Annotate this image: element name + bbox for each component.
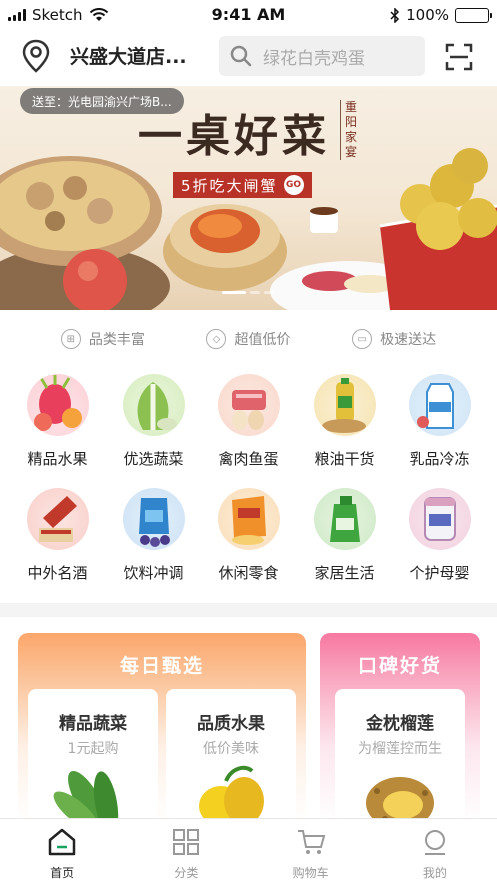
category-dairy[interactable]: 乳品冷冻 <box>392 370 487 482</box>
daily-item-fruits[interactable]: 品质水果 低价美味 <box>166 689 296 823</box>
category-label: 优选蔬菜 <box>123 450 184 468</box>
daily-item-desc: 1元起购 <box>67 741 119 757</box>
category-label: 休闲零食 <box>218 564 279 582</box>
home-living-icon <box>313 488 376 550</box>
tab-label: 我的 <box>422 866 447 880</box>
category-label: 粮油干货 <box>314 450 375 468</box>
daily-item-name: 品质水果 <box>197 714 265 734</box>
category-meat-egg[interactable]: 禽肉鱼蛋 <box>201 370 296 482</box>
category-grain-oil[interactable]: 粮油干货 <box>297 370 392 482</box>
store-selector[interactable]: 兴盛大道店... <box>70 42 210 69</box>
grid-circle-icon: ⊞ <box>60 329 81 349</box>
grain-oil-icon <box>313 374 376 436</box>
category-wine[interactable]: 中外名酒 <box>10 484 105 596</box>
price-tag-icon: ◇ <box>206 329 227 349</box>
tab-profile[interactable]: 我的 <box>373 819 497 883</box>
reputation-item-desc: 为榴莲控而生 <box>358 741 442 757</box>
daily-item-name: 精品蔬菜 <box>59 714 127 734</box>
promo-banner[interactable]: 送至：光电园渝兴广场B... 一桌好菜 重阳家宴 5折吃大闸蟹 GO <box>0 86 497 310</box>
scan-icon[interactable] <box>444 42 474 72</box>
tab-home[interactable]: 首页 <box>0 819 124 883</box>
search-icon <box>230 45 252 67</box>
reputation-goods-card[interactable]: 口碑好货 金枕榴莲 为榴莲控而生 <box>320 633 480 823</box>
category-label: 乳品冷冻 <box>409 450 470 468</box>
meat-egg-icon <box>217 374 280 436</box>
category-label: 禽肉鱼蛋 <box>218 450 279 468</box>
tab-label: 购物车 <box>292 866 329 880</box>
bluetooth-icon <box>390 7 400 23</box>
daily-item-vegetables[interactable]: 精品蔬菜 1元起购 <box>28 689 158 823</box>
durian-icon <box>366 777 434 823</box>
snack-icon <box>217 488 280 550</box>
tab-label: 分类 <box>174 866 199 880</box>
daily-selection-card[interactable]: 每日甄选 精品蔬菜 1元起购 品质水果 低价美味 <box>18 633 306 823</box>
search-bar[interactable]: 绿花白壳鸡蛋 <box>219 36 425 76</box>
category-fruit[interactable]: 精品水果 <box>10 370 105 482</box>
profile-icon <box>424 830 445 855</box>
search-placeholder: 绿花白壳鸡蛋 <box>263 48 365 69</box>
status-right: 100% <box>390 6 492 24</box>
banner-side-text: 重阳家宴 <box>340 100 366 160</box>
category-label: 中外名酒 <box>27 564 88 582</box>
banner-promo-tag[interactable]: 5折吃大闸蟹 GO <box>173 172 312 198</box>
daily-selection-title: 每日甄选 <box>119 655 204 677</box>
feature-label: 品类丰富 <box>88 332 145 348</box>
wine-icon <box>26 488 89 550</box>
tab-cart[interactable]: 购物车 <box>249 819 373 883</box>
category-baby-care[interactable]: 个护母婴 <box>392 484 487 596</box>
carousel-indicator <box>222 291 274 294</box>
cart-icon <box>297 830 325 854</box>
category-vegetable[interactable]: 优选蔬菜 <box>106 370 201 482</box>
banner-tag-text: 5折吃大闸蟹 <box>181 176 278 195</box>
home-icon <box>48 828 76 856</box>
category-label: 精品水果 <box>27 450 88 468</box>
carousel-dot <box>264 291 274 294</box>
daily-item-desc: 低价美味 <box>203 741 259 757</box>
reputation-item-name: 金枕榴莲 <box>366 714 434 734</box>
feature-fast-delivery: ▭ 极速送达 <box>352 329 436 349</box>
top-header: 兴盛大道店... 绿花白壳鸡蛋 <box>0 32 497 82</box>
feature-label: 超值低价 <box>234 332 291 348</box>
carousel-dot-active <box>222 291 246 294</box>
truck-icon: ▭ <box>352 329 373 349</box>
tab-category[interactable]: 分类 <box>124 819 248 883</box>
vegetable-icon <box>122 374 185 436</box>
app-home-page: Sketch 9:41 AM 100% 兴盛大道店... 绿花白壳鸡蛋 送至：光… <box>0 0 497 883</box>
feature-label: 极速送达 <box>380 332 437 348</box>
bottom-tab-bar: 首页 分类 购物车 我的 <box>0 818 497 883</box>
feature-low-price: ◇ 超值低价 <box>206 329 290 349</box>
dairy-icon <box>408 374 471 436</box>
category-home-living[interactable]: 家居生活 <box>297 484 392 596</box>
feature-variety: ⊞ 品类丰富 <box>60 329 145 349</box>
fruit-icon <box>26 374 89 436</box>
baby-care-icon <box>408 488 471 550</box>
lemon-icon <box>199 765 264 823</box>
go-badge: GO <box>283 175 304 195</box>
category-label: 个护母婴 <box>409 564 470 582</box>
drink-icon <box>122 488 185 550</box>
section-divider <box>0 603 497 617</box>
banner-title: 一桌好菜 <box>138 111 330 162</box>
carousel-dot <box>250 291 260 294</box>
category-snack[interactable]: 休闲零食 <box>201 484 296 596</box>
category-drink[interactable]: 饮料冲调 <box>106 484 201 596</box>
tab-label: 首页 <box>50 866 75 880</box>
cucumber-icon <box>53 770 119 823</box>
status-bar: Sketch 9:41 AM 100% <box>0 0 497 30</box>
location-pin-icon[interactable] <box>20 38 52 74</box>
category-label: 饮料冲调 <box>123 564 184 582</box>
reputation-item-durian[interactable]: 金枕榴莲 为榴莲控而生 <box>335 689 465 823</box>
battery-icon <box>455 7 492 23</box>
service-features: ⊞ 品类丰富 ◇ 超值低价 ▭ 极速送达 <box>0 322 497 356</box>
category-grid: 精品水果 优选蔬菜 禽肉鱼蛋 粮油干货 乳品冷冻 中外名酒 饮料冲调 休闲零食 … <box>0 370 497 594</box>
battery-percent: 100% <box>406 6 449 24</box>
category-grid-icon <box>173 829 200 855</box>
category-label: 家居生活 <box>314 564 375 582</box>
reputation-title: 口碑好货 <box>357 655 442 677</box>
